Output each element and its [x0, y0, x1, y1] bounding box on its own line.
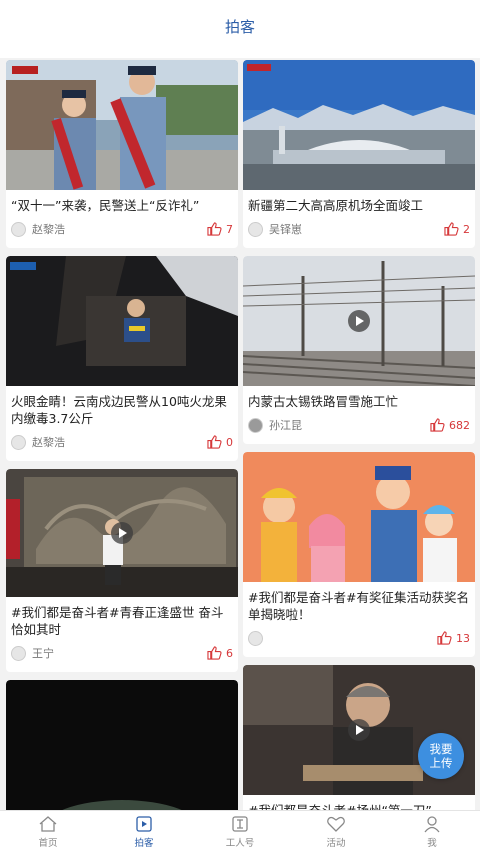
card-title: 内蒙古太锡铁路冒雪施工忙	[248, 394, 399, 409]
thumbs-up-icon	[430, 418, 445, 432]
app-root: 拍客 “双十一”来袭，民警送上“反诈礼” 赵黎浩 7 火眼金睛！云南戍边民警从1…	[0, 0, 480, 853]
avatar[interactable]	[248, 221, 263, 237]
tab-worker[interactable]: 工人号	[192, 811, 288, 853]
tab-label: 拍客	[134, 838, 154, 849]
card-author[interactable]: 孙江昆	[269, 417, 430, 433]
card-thumbnail[interactable]	[6, 680, 238, 810]
feed-card[interactable]: #我们都是奋斗者#青春正逢盛世 奋斗恰如其时 王宁 6	[6, 469, 238, 672]
feed-column-right: 新疆第二大高高原机场全面竣工 吴铎崽 2 内蒙古太锡铁路冒雪施工忙 孙江昆 68…	[243, 60, 475, 810]
tab-me[interactable]: 我	[384, 811, 480, 853]
airport-photo	[243, 60, 475, 190]
card-thumbnail[interactable]	[243, 452, 475, 582]
like-count: 682	[449, 418, 470, 432]
avatar[interactable]	[11, 434, 26, 450]
play-icon[interactable]	[348, 310, 370, 332]
like-button[interactable]: 7	[207, 222, 233, 236]
feed-card[interactable]	[6, 680, 238, 810]
night-inspection-photo	[6, 256, 238, 386]
thumbs-up-icon	[207, 222, 222, 236]
tab-activity[interactable]: 活动	[288, 811, 384, 853]
card-title: #我们都是奋斗者#青春正逢盛世 奋斗恰如其时	[11, 605, 224, 637]
card-author[interactable]: 吴铎崽	[269, 221, 444, 237]
play-icon[interactable]	[111, 522, 133, 544]
workers-illustration	[243, 452, 475, 582]
card-meta: 赵黎浩 0	[6, 427, 238, 461]
tab-home[interactable]: 首页	[0, 811, 96, 853]
avatar[interactable]	[248, 417, 263, 433]
like-button[interactable]: 0	[207, 435, 233, 449]
avatar[interactable]	[11, 645, 26, 661]
top-header: 拍客	[0, 0, 480, 58]
like-button[interactable]: 13	[437, 631, 470, 645]
tab-label: 工人号	[225, 838, 255, 849]
upload-label-1: 我要	[429, 742, 453, 756]
card-title: 火眼金睛！云南戍边民警从10吨火龙果内缴毒3.7公斤	[11, 394, 227, 426]
play-icon[interactable]	[348, 719, 370, 741]
card-thumbnail[interactable]	[6, 60, 238, 190]
bottom-tabbar: 首页 拍客 工人号 活动 我	[0, 810, 480, 853]
card-author[interactable]: 王宁	[32, 645, 207, 661]
worker-icon	[232, 816, 248, 832]
like-button[interactable]: 6	[207, 646, 233, 660]
feed[interactable]: “双十一”来袭，民警送上“反诈礼” 赵黎浩 7 火眼金睛！云南戍边民警从10吨火…	[0, 58, 480, 810]
card-meta: 孙江昆 682	[243, 410, 475, 444]
dark-globe-photo	[6, 680, 238, 810]
feed-card[interactable]: 内蒙古太锡铁路冒雪施工忙 孙江昆 682	[243, 256, 475, 444]
like-count: 13	[456, 631, 470, 645]
feed-card[interactable]: 火眼金睛！云南戍边民警从10吨火龙果内缴毒3.7公斤 赵黎浩 0	[6, 256, 238, 461]
police-photo	[6, 60, 238, 190]
card-author[interactable]: 赵黎浩	[32, 434, 207, 450]
thumbs-up-icon	[444, 222, 459, 236]
card-meta: 王宁 6	[6, 638, 238, 672]
feed-card[interactable]: 新疆第二大高高原机场全面竣工 吴铎崽 2	[243, 60, 475, 248]
card-title: 新疆第二大高高原机场全面竣工	[248, 198, 424, 213]
tab-paike[interactable]: 拍客	[96, 811, 192, 853]
like-button[interactable]: 2	[444, 222, 470, 236]
feed-column-left: “双十一”来袭，民警送上“反诈礼” 赵黎浩 7 火眼金睛！云南戍边民警从10吨火…	[6, 60, 238, 810]
upload-button[interactable]: 我要 上传	[418, 733, 464, 779]
card-title: “双十一”来袭，民警送上“反诈礼”	[11, 198, 200, 213]
card-thumbnail[interactable]	[6, 256, 238, 386]
user-icon	[424, 816, 440, 833]
tab-label: 活动	[326, 838, 346, 849]
avatar[interactable]	[248, 630, 263, 646]
page-title: 拍客	[224, 17, 255, 36]
card-meta: 吴铎崽 2	[243, 214, 475, 248]
card-meta: 赵黎浩 7	[6, 214, 238, 248]
card-meta: 13	[243, 623, 475, 657]
card-thumbnail[interactable]	[6, 469, 238, 597]
heart-icon	[327, 816, 345, 832]
tab-label: 首页	[38, 838, 58, 849]
thumbs-up-icon	[207, 435, 222, 449]
like-button[interactable]: 682	[430, 418, 470, 432]
card-author[interactable]: 赵黎浩	[32, 221, 207, 237]
like-count: 7	[226, 222, 233, 236]
home-icon	[39, 816, 57, 832]
feed-card[interactable]: #我们都是奋斗者#有奖征集活动获奖名单揭晓啦！ 13	[243, 452, 475, 657]
card-title: #我们都是奋斗者#扬州“第一刀”	[243, 795, 475, 810]
thumbs-up-icon	[437, 631, 452, 645]
video-icon	[136, 816, 152, 832]
tab-label: 我	[427, 838, 437, 849]
upload-label-2: 上传	[429, 756, 453, 770]
avatar[interactable]	[11, 221, 26, 237]
like-count: 2	[463, 222, 470, 236]
like-count: 0	[226, 435, 233, 449]
like-count: 6	[226, 646, 233, 660]
card-thumbnail[interactable]	[243, 60, 475, 190]
thumbs-up-icon	[207, 646, 222, 660]
feed-card[interactable]: “双十一”来袭，民警送上“反诈礼” 赵黎浩 7	[6, 60, 238, 248]
card-title: #我们都是奋斗者#有奖征集活动获奖名单揭晓啦！	[248, 590, 469, 622]
card-thumbnail[interactable]	[243, 256, 475, 386]
